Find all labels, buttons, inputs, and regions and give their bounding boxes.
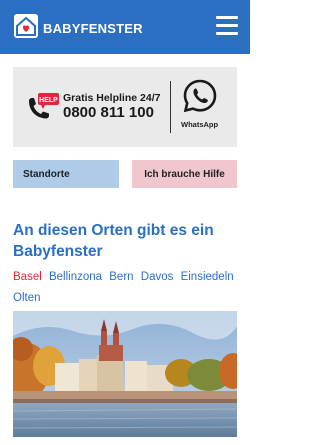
city-photo	[13, 311, 237, 437]
location-tab-basel[interactable]: Basel	[13, 271, 42, 283]
helpline-number[interactable]: 0800 811 100	[63, 104, 154, 121]
helpline-box: HELP Gratis Helpline 24/7 0800 811 100 W…	[13, 67, 237, 147]
phone-help-icon[interactable]: HELP	[25, 93, 65, 123]
need-help-button[interactable]: Ich brauche Hilfe	[132, 160, 237, 188]
location-tab-einsiedeln[interactable]: Einsiedeln	[181, 271, 234, 283]
site-header: BABYFENSTER	[0, 0, 250, 54]
locations-button[interactable]: Standorte	[13, 160, 119, 188]
locations-heading: An diesen Orten gibt es ein Babyfenster	[13, 222, 214, 260]
brand-name[interactable]: BABYFENSTER	[43, 21, 143, 36]
house-heart-icon[interactable]	[14, 14, 38, 38]
svg-text:HELP: HELP	[39, 97, 58, 104]
whatsapp-label[interactable]: WhatsApp	[181, 120, 218, 129]
location-tab-olten[interactable]: Olten	[13, 292, 41, 304]
helpline-title: Gratis Helpline 24/7	[63, 92, 161, 104]
location-tabs: Basel Bellinzona Bern Davos Einsiedeln O…	[13, 267, 241, 309]
whatsapp-icon[interactable]	[182, 78, 218, 114]
hamburger-menu-icon[interactable]	[216, 16, 238, 36]
location-tab-bern[interactable]: Bern	[109, 271, 133, 283]
helpline-divider	[170, 81, 171, 133]
location-tab-bellinzona[interactable]: Bellinzona	[49, 271, 102, 283]
location-tab-davos[interactable]: Davos	[141, 271, 174, 283]
